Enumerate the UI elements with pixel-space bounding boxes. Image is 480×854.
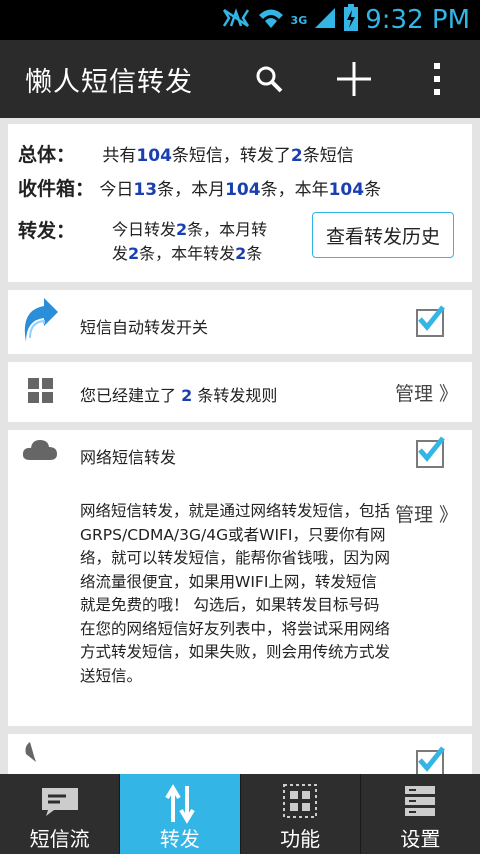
phone-icon bbox=[24, 742, 40, 766]
rules-count: 2 bbox=[181, 386, 193, 405]
forwarded-count: 2 bbox=[290, 146, 303, 166]
bottom-navigation: 短信流 转发 功能 设置 bbox=[0, 774, 480, 854]
cloud-icon bbox=[22, 438, 58, 466]
app-title: 懒人短信转发 bbox=[25, 67, 193, 98]
network-type-label: 3G bbox=[290, 13, 308, 27]
status-time: 9:32 PM bbox=[365, 5, 470, 35]
next-list-item[interactable] bbox=[8, 734, 472, 774]
forward-label: 转发： bbox=[18, 220, 76, 242]
nav-tab-features[interactable]: 功能 bbox=[241, 774, 361, 854]
transfer-arrows-icon bbox=[165, 784, 195, 828]
summary-card: 总体： 共有104条短信，转发了2条短信 收件箱： 今日13条，本月104条，本… bbox=[8, 124, 472, 282]
inbox-month: 104 bbox=[225, 180, 261, 200]
nav-tab-sms-stream[interactable]: 短信流 bbox=[0, 774, 121, 854]
checkmark-icon bbox=[418, 305, 445, 331]
total-count: 104 bbox=[136, 146, 172, 166]
search-icon bbox=[256, 66, 283, 93]
forward-stats-line1: 今日转发2条，本月转 bbox=[112, 218, 267, 242]
forward-label-row: 转发： bbox=[18, 216, 75, 243]
fw-line1-suffix: 条，本月转 bbox=[187, 220, 268, 239]
checkmark-icon bbox=[418, 436, 445, 462]
inbox-today-prefix: 今日 bbox=[99, 180, 134, 200]
nav-label-settings: 设置 bbox=[400, 827, 441, 851]
auto-forward-checkbox[interactable] bbox=[416, 305, 445, 337]
rules-suffix: 条转发规则 bbox=[192, 386, 278, 405]
nav-tab-forward[interactable]: 转发 bbox=[120, 774, 241, 854]
status-bar: 3G 9:32 PM bbox=[0, 0, 480, 42]
inbox-row: 收件箱： 今日13条，本月104条，本年104条 bbox=[18, 174, 381, 201]
wifi-icon bbox=[257, 6, 285, 34]
rules-text: 您已经建立了 2 条转发规则 bbox=[80, 382, 277, 406]
auto-forward-toggle-row[interactable]: 短信自动转发开关 bbox=[8, 290, 472, 354]
redacted-area bbox=[12, 8, 200, 42]
network-forward-description: 网络短信转发，就是通过网络转发短信，包括GRPS/CDMA/3G/4G或者WIF… bbox=[80, 502, 391, 685]
inbox-month-suffix: 条，本年 bbox=[260, 180, 329, 200]
view-history-button[interactable]: 查看转发历史 bbox=[312, 212, 454, 258]
forward-rules-row[interactable]: 您已经建立了 2 条转发规则 管理 》 bbox=[8, 362, 472, 422]
network-forward-card: 网络短信转发 网络短信转发，就是通过网络转发短信，包括GRPS/CDMA/3G/… bbox=[8, 430, 472, 726]
status-icons: 3G 9:32 PM bbox=[221, 4, 470, 36]
forward-arrow-icon bbox=[22, 298, 60, 348]
next-item-checkbox[interactable] bbox=[416, 746, 445, 774]
grid-icon bbox=[28, 378, 54, 408]
notifications-muted-icon bbox=[221, 6, 251, 34]
fw-line2-prefix: 发 bbox=[112, 244, 129, 263]
add-icon bbox=[337, 62, 371, 96]
auto-forward-label: 短信自动转发开关 bbox=[80, 318, 209, 337]
grid-icon bbox=[283, 784, 318, 822]
message-icon bbox=[40, 784, 80, 820]
overflow-menu-icon bbox=[434, 63, 440, 95]
forward-stats-line2: 发2条，本年转发2条 bbox=[112, 242, 267, 266]
network-manage-link[interactable]: 管理 》 bbox=[395, 500, 458, 527]
total-mid: 条短信，转发了 bbox=[171, 146, 291, 166]
fw-line1-prefix: 今日转发 bbox=[112, 220, 177, 239]
fw-year: 2 bbox=[235, 244, 247, 263]
fw-today: 2 bbox=[176, 220, 188, 239]
rules-prefix: 您已经建立了 bbox=[80, 386, 182, 405]
total-suffix: 条短信 bbox=[302, 146, 354, 166]
add-button[interactable] bbox=[329, 54, 379, 104]
battery-charging-icon bbox=[343, 4, 359, 36]
fw-line2-mid: 条，本年转发 bbox=[139, 244, 236, 263]
settings-list-icon bbox=[404, 784, 436, 822]
total-prefix: 共有 bbox=[102, 146, 137, 166]
nav-label-forward: 转发 bbox=[159, 827, 200, 851]
search-button[interactable] bbox=[244, 54, 294, 104]
checkmark-icon bbox=[418, 746, 445, 772]
fw-line2-suffix: 条 bbox=[246, 244, 263, 263]
total-row: 总体： 共有104条短信，转发了2条短信 bbox=[18, 140, 354, 167]
nav-label-sms-stream: 短信流 bbox=[29, 827, 90, 851]
nav-label-features: 功能 bbox=[280, 827, 321, 851]
network-forward-label: 网络短信转发 bbox=[80, 448, 177, 467]
inbox-label: 收件箱： bbox=[18, 178, 95, 200]
inbox-year-suffix: 条 bbox=[364, 180, 382, 200]
overflow-menu-button[interactable] bbox=[412, 54, 462, 104]
network-forward-checkbox[interactable] bbox=[416, 436, 445, 468]
inbox-today-suffix: 条，本月 bbox=[157, 180, 226, 200]
inbox-year: 104 bbox=[328, 180, 365, 200]
nav-tab-settings[interactable]: 设置 bbox=[361, 774, 480, 854]
total-label: 总体： bbox=[18, 144, 76, 166]
rules-manage-link[interactable]: 管理 》 bbox=[395, 379, 458, 406]
inbox-today: 13 bbox=[133, 180, 158, 200]
signal-strength-icon bbox=[313, 6, 337, 34]
action-bar: 懒人短信转发 bbox=[0, 40, 480, 118]
fw-month: 2 bbox=[128, 244, 140, 263]
forward-stats: 今日转发2条，本月转 发2条，本年转发2条 bbox=[112, 218, 267, 266]
